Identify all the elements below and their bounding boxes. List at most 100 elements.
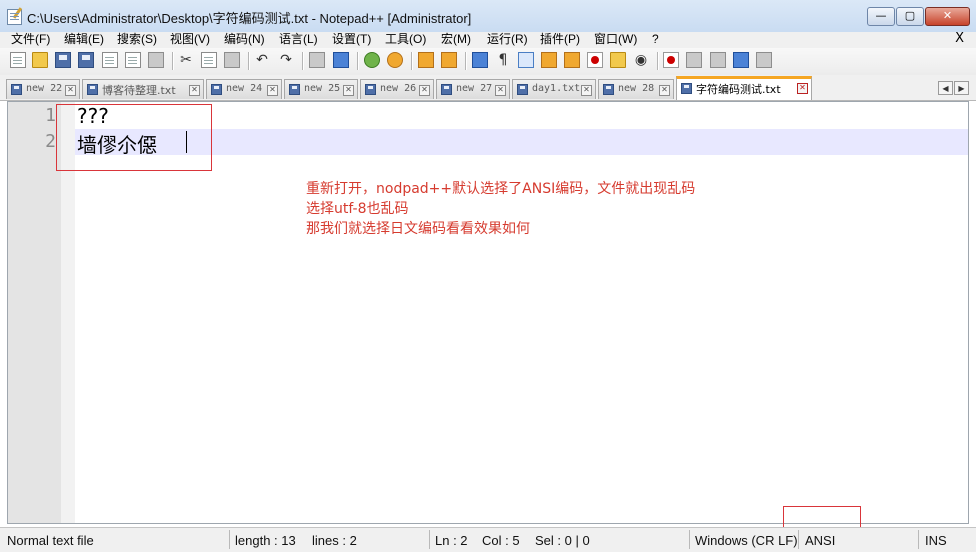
status-bar: Normal text file length : 13 lines : 2 L… [0,527,976,552]
new-file-icon[interactable] [10,52,26,68]
undo-icon[interactable]: ↶ [254,52,270,68]
menu-settings[interactable]: 设置(T) [332,32,371,46]
tab-new-25[interactable]: new 25 ✕ [284,79,358,99]
notepad-app-icon [7,7,23,25]
folder-as-workspace-icon[interactable] [610,52,626,68]
paste-icon[interactable] [224,52,240,68]
close-button[interactable]: ✕ [925,7,970,26]
tab-new-27[interactable]: new 27 ✕ [436,79,510,99]
menu-edit[interactable]: 编辑(E) [64,32,104,46]
status-length: length : 13 [235,533,296,548]
tab-new-28[interactable]: new 28 ✕ [598,79,674,99]
menu-tools[interactable]: 工具(O) [385,32,426,46]
menu-window[interactable]: 窗口(W) [594,32,637,46]
garbled-text-highlight-box [56,104,212,171]
menu-encoding[interactable]: 编码(N) [224,32,265,46]
sync-vertical-icon[interactable] [418,52,434,68]
tab-new-26[interactable]: new 26 ✕ [360,79,434,99]
window-controls: — ▢ ✕ [866,7,970,26]
tab-label: new 26 [380,83,417,94]
saved-file-icon [441,84,452,95]
tab-label: new 24 [226,83,263,94]
annotation-line: 重新打开，nodpad++默认选择了ANSI编码，文件就出现乱码 [306,181,696,197]
maximize-button[interactable]: ▢ [896,7,924,26]
saved-file-icon [289,84,300,95]
saved-file-icon [11,84,22,95]
record-macro-icon[interactable] [663,52,679,68]
status-insert-mode: INS [925,533,947,548]
save-all-icon[interactable] [78,52,94,68]
tab-encoding-test[interactable]: 字符编码测试.txt ✕ [676,76,812,100]
tab-day1[interactable]: day1.txt ✕ [512,79,596,99]
menu-run[interactable]: 运行(R) [487,32,528,46]
window-title: C:\Users\Administrator\Desktop\字符编码测试.tx… [27,11,472,26]
copy-icon[interactable] [201,52,217,68]
saved-file-icon [681,83,692,94]
close-all-icon[interactable] [125,52,141,68]
close-document-x[interactable]: X [955,32,964,46]
status-column: Col : 5 [482,533,520,548]
tab-close-icon[interactable]: ✕ [797,83,808,94]
document-map-icon[interactable] [564,52,580,68]
word-wrap-icon[interactable] [472,52,488,68]
save-macro-icon[interactable] [756,52,772,68]
menu-help[interactable]: ? [652,32,659,46]
saved-file-icon [87,84,98,95]
menu-plugins[interactable]: 插件(P) [540,32,580,46]
function-list-icon[interactable] [587,52,603,68]
tab-new-24[interactable]: new 24 ✕ [206,79,282,99]
replace-icon[interactable] [333,52,349,68]
stop-recording-icon[interactable] [686,52,702,68]
tab-close-icon[interactable]: ✕ [65,85,76,96]
run-macro-multiple-icon[interactable] [733,52,749,68]
zoom-in-icon[interactable] [364,52,380,68]
tab-close-icon[interactable]: ✕ [659,85,670,96]
tab-label: new 25 [304,83,341,94]
tab-scroll-left-button[interactable]: ◀ [938,81,953,95]
status-eol-format: Windows (CR LF) [695,533,798,548]
tab-label: new 22 [26,83,63,94]
tab-label: new 27 [456,83,493,94]
tab-blog-draft[interactable]: 博客待整理.txt ✕ [82,79,204,99]
zoom-out-icon[interactable] [387,52,403,68]
print-icon[interactable] [148,52,164,68]
monitoring-eye-icon[interactable]: ◉ [633,52,649,68]
user-defined-language-icon[interactable] [541,52,557,68]
menu-language[interactable]: 语言(L) [279,32,318,46]
tab-label: day1.txt [532,83,581,94]
menu-search[interactable]: 搜索(S) [117,32,157,46]
menu-macro[interactable]: 宏(M) [441,32,471,46]
tab-close-icon[interactable]: ✕ [343,85,354,96]
redo-icon[interactable]: ↷ [278,52,294,68]
tab-close-icon[interactable]: ✕ [581,85,592,96]
sync-horizontal-icon[interactable] [441,52,457,68]
save-icon[interactable] [55,52,71,68]
status-lines: lines : 2 [312,533,357,548]
open-file-icon[interactable] [32,52,48,68]
saved-file-icon [603,84,614,95]
tab-new-22[interactable]: new 22 ✕ [6,79,80,99]
saved-file-icon [365,84,376,95]
indent-guide-icon[interactable] [518,52,534,68]
status-file-type: Normal text file [7,533,94,548]
menu-bar: 文件(F) 编辑(E) 搜索(S) 视图(V) 编码(N) 语言(L) 设置(T… [0,32,976,48]
menu-file[interactable]: 文件(F) [11,32,50,46]
playback-icon[interactable] [710,52,726,68]
close-file-icon[interactable] [102,52,118,68]
status-encoding: ANSI [805,533,836,548]
find-icon[interactable] [309,52,325,68]
menu-view[interactable]: 视图(V) [170,32,210,46]
line-number-gutter [8,102,61,523]
tab-close-icon[interactable]: ✕ [495,85,506,96]
tab-close-icon[interactable]: ✕ [189,85,200,96]
cut-icon[interactable]: ✂ [178,52,194,68]
tab-close-icon[interactable]: ✕ [419,85,430,96]
annotation-line: 那我们就选择日文编码看看效果如何 [306,221,530,237]
tab-close-icon[interactable]: ✕ [267,85,278,96]
tab-label: new 28 [618,83,655,94]
tab-scroll-right-button[interactable]: ▶ [954,81,969,95]
show-all-characters-icon[interactable]: ¶ [495,52,511,68]
minimize-button[interactable]: — [867,7,895,26]
line-number: 2 [45,131,56,152]
tab-bar: new 22 ✕ 博客待整理.txt ✕ new 24 ✕ new 25 ✕ n… [0,75,976,101]
